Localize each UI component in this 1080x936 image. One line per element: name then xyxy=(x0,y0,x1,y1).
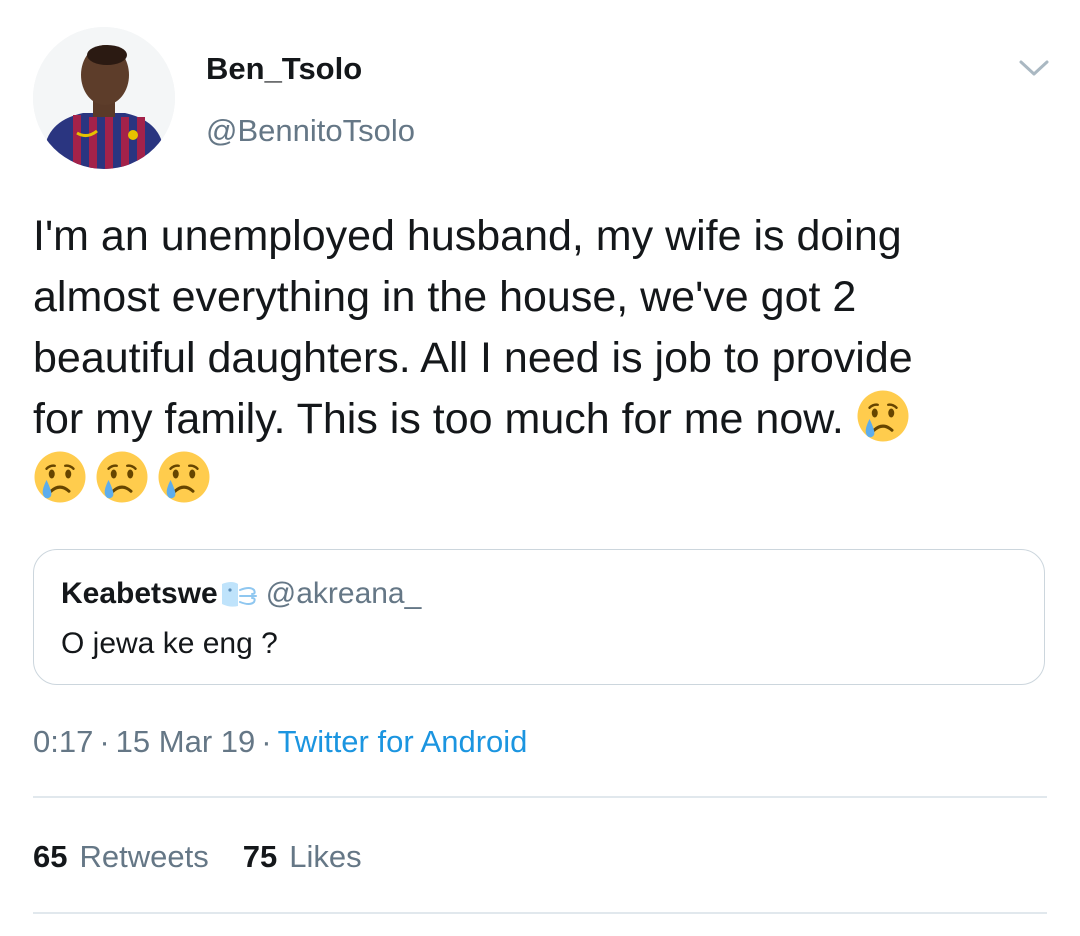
divider xyxy=(33,912,1047,914)
tweet-stats: 65 Retweets 75 Likes xyxy=(33,837,362,877)
quoted-tweet-author: Keabetswe @akreana_ xyxy=(61,574,421,614)
crying-face-icon xyxy=(856,389,910,443)
tweet-text-line: I'm an unemployed husband, my wife is do… xyxy=(33,212,902,260)
author-display-name[interactable]: Ben_Tsolo xyxy=(206,48,362,90)
tweet-time[interactable]: 0:17 xyxy=(33,724,93,759)
tweet-emoji-line xyxy=(33,450,1043,511)
tweet-text-line: for my family. This is too much for me n… xyxy=(33,389,1043,450)
meta-separator: · xyxy=(99,724,110,759)
tweet-date[interactable]: 15 Mar 19 xyxy=(116,724,256,759)
chevron-down-icon xyxy=(1019,60,1049,76)
tweet-options-button[interactable] xyxy=(1012,50,1056,86)
author-avatar[interactable] xyxy=(33,27,175,169)
crying-face-icon xyxy=(157,450,211,504)
retweets-count: 65 xyxy=(33,839,68,874)
tweet-text: I'm an unemployed husband, my wife is do… xyxy=(33,206,1043,511)
quoted-tweet-card[interactable]: Keabetswe @akreana_ O jewa ke eng ? xyxy=(33,549,1045,685)
quoted-author-handle: @akreana_ xyxy=(265,577,422,610)
avatar-image xyxy=(33,27,175,169)
likes-label: Likes xyxy=(289,839,362,874)
quoted-tweet-text: O jewa ke eng ? xyxy=(61,627,278,660)
author-handle[interactable]: @BennitoTsolo xyxy=(206,110,415,152)
quoted-author-name: Keabetswe xyxy=(61,577,218,610)
crying-face-icon xyxy=(95,450,149,504)
tweet-source-link[interactable]: Twitter for Android xyxy=(278,724,528,759)
tweet-text-line: almost everything in the house, we've go… xyxy=(33,273,857,321)
retweets-stat[interactable]: 65 Retweets xyxy=(33,837,209,877)
likes-stat[interactable]: 75 Likes xyxy=(243,837,362,877)
divider xyxy=(33,796,1047,798)
retweets-label: Retweets xyxy=(79,839,209,874)
crying-face-icon xyxy=(33,450,87,504)
wind-face-icon xyxy=(220,576,260,612)
tweet-text-line: beautiful daughters. All I need is job t… xyxy=(33,334,913,382)
meta-separator: · xyxy=(261,724,272,759)
tweet-meta: 0:17 · 15 Mar 19 · Twitter for Android xyxy=(33,722,527,762)
likes-count: 75 xyxy=(242,839,278,874)
